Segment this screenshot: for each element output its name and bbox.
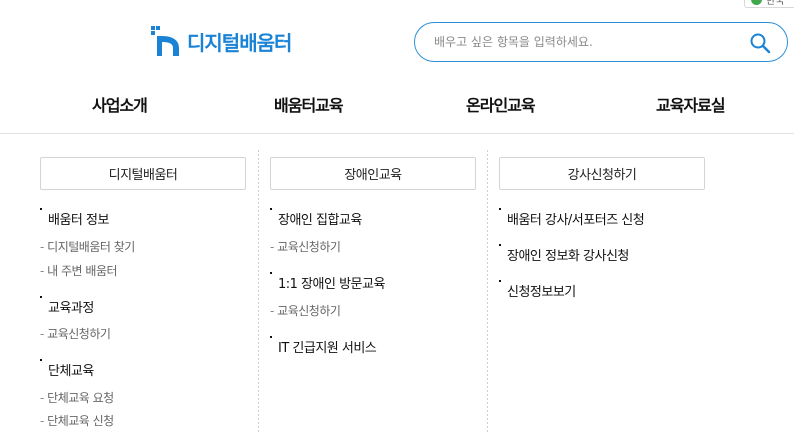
submenu-group-apply[interactable]: 단체교육 신청: [40, 412, 114, 429]
logo-icon: [151, 24, 183, 58]
submenu-apply[interactable]: 교육신청하기: [40, 325, 111, 342]
nav-item-online-education[interactable]: 온라인교육: [466, 92, 536, 116]
column-header[interactable]: 강사신청하기: [499, 157, 705, 190]
search-icon[interactable]: [749, 32, 771, 54]
nav-divider: [0, 133, 794, 134]
submenu-apply[interactable]: 교육신청하기: [270, 238, 341, 255]
globe-icon: [751, 0, 762, 5]
submenu-find[interactable]: 디지털배움터 찾기: [40, 238, 135, 255]
language-label: 한국: [766, 0, 785, 7]
logo-text: 디지털배움터: [187, 30, 292, 55]
menu-item-group-class[interactable]: 장애인 집합교육: [270, 208, 362, 228]
submenu-group-request[interactable]: 단체교육 요청: [40, 389, 114, 406]
column-divider: [487, 150, 488, 434]
menu-item-view-application[interactable]: 신청정보보기: [499, 280, 576, 300]
menu-item-disabled-instructor[interactable]: 장애인 정보화 강사신청: [499, 244, 629, 264]
main-navigation: 사업소개 배움터교육 온라인교육 교육자료실: [0, 80, 794, 126]
search-box[interactable]: [414, 22, 788, 62]
menu-item-it-support[interactable]: IT 긴급지원 서비스: [270, 336, 377, 356]
column-divider: [258, 150, 259, 434]
column-header[interactable]: 장애인교육: [270, 157, 476, 190]
submenu-nearby[interactable]: 내 주변 배움터: [40, 262, 117, 279]
language-chip[interactable]: 한국: [744, 0, 794, 8]
menu-column-digital: 디지털배움터 배움터 정보 디지털배움터 찾기 내 주변 배움터 교육과정 교육…: [40, 157, 246, 434]
menu-item-curriculum[interactable]: 교육과정: [40, 296, 94, 316]
menu-column-disabled: 장애인교육 장애인 집합교육 교육신청하기 1:1 장애인 방문교육 교육신청하…: [270, 157, 476, 434]
menu-item-group[interactable]: 단체교육: [40, 359, 94, 379]
nav-item-resources[interactable]: 교육자료실: [656, 92, 726, 116]
submenu-apply[interactable]: 교육신청하기: [270, 302, 341, 319]
nav-item-learning-center[interactable]: 배움터교육: [274, 92, 344, 116]
nav-item-business[interactable]: 사업소개: [92, 92, 148, 116]
column-header[interactable]: 디지털배움터: [40, 157, 246, 190]
search-input[interactable]: [434, 35, 744, 49]
menu-column-instructor: 강사신청하기 배움터 강사/서포터즈 신청 장애인 정보화 강사신청 신청정보보…: [499, 157, 705, 434]
site-logo[interactable]: 디지털배움터: [151, 24, 292, 58]
menu-item-visit-class[interactable]: 1:1 장애인 방문교육: [270, 272, 385, 292]
menu-item-instructor-apply[interactable]: 배움터 강사/서포터즈 신청: [499, 208, 645, 228]
menu-item-info[interactable]: 배움터 정보: [40, 208, 109, 228]
